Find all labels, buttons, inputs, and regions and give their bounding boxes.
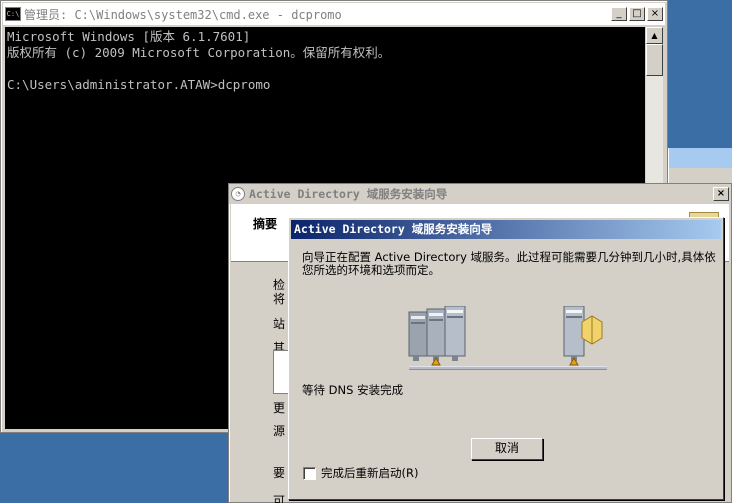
network-line [409, 366, 607, 370]
summary-label: 源 [273, 424, 286, 438]
console-line: 版权所有 (c) 2009 Microsoft Corporation。保留所有… [7, 45, 391, 60]
cmd-icon: C:\ [5, 7, 21, 21]
wizard-header-title: 摘要 [253, 217, 278, 231]
target-server-icon [563, 306, 603, 366]
cancel-button[interactable]: 取消 [471, 438, 543, 460]
summary-label: 将 [273, 292, 286, 306]
maximize-button[interactable]: □ [629, 7, 645, 21]
summary-label: 要 [273, 466, 286, 480]
wizard-title: Active Directory 域服务安装向导 [249, 187, 448, 201]
server-cluster-icon [408, 306, 466, 366]
background-window-titlebar [669, 148, 732, 168]
wizard-titlebar[interactable]: ◔ Active Directory 域服务安装向导 × [229, 184, 731, 204]
progress-dialog[interactable]: Active Directory 域服务安装向导 向导正在配置 Active D… [288, 217, 724, 500]
wizard-close-button[interactable]: × [713, 187, 729, 201]
summary-label: 可 [273, 494, 286, 503]
restart-option[interactable]: 完成后重新启动(R) [303, 465, 418, 481]
cmd-title: 管理员: C:\Windows\system32\cmd.exe - dcpro… [24, 7, 342, 22]
scroll-up-icon[interactable]: ▲ [646, 27, 663, 44]
wizard-icon: ◔ [231, 187, 245, 201]
progress-status: 等待 DNS 安装完成 [302, 383, 404, 397]
minimize-button[interactable]: _ [611, 7, 627, 21]
cmd-titlebar[interactable]: C:\ 管理员: C:\Windows\system32\cmd.exe - d… [3, 3, 665, 25]
restart-label[interactable]: 完成后重新启动(R) [321, 465, 418, 481]
scroll-thumb[interactable] [646, 44, 663, 76]
close-button[interactable]: × [647, 7, 663, 21]
restart-checkbox[interactable] [303, 466, 316, 480]
summary-label: 站 [273, 317, 286, 331]
progress-description: 向导正在配置 Active Directory 域服务。此过程可能需要几分钟到几… [302, 250, 716, 277]
summary-label: 更 [273, 401, 286, 415]
progress-titlebar[interactable]: Active Directory 域服务安装向导 [291, 220, 721, 239]
console-line: C:\Users\administrator.ATAW>dcpromo [7, 77, 271, 92]
console-line: Microsoft Windows [版本 6.1.7601] [7, 29, 251, 44]
server-animation [408, 306, 603, 366]
